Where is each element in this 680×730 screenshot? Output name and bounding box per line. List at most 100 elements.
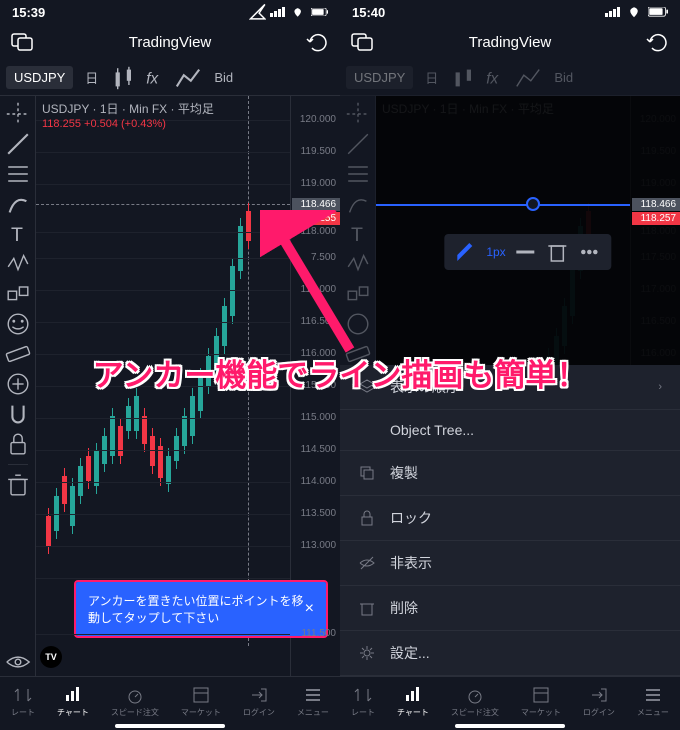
edit-color-icon[interactable]	[454, 240, 478, 264]
symbol-selector[interactable]: USDJPY	[346, 66, 413, 89]
brush-tool[interactable]	[4, 190, 32, 218]
crosshair-tool[interactable]	[344, 100, 372, 128]
tooltip-close[interactable]: ×	[305, 600, 314, 618]
context-menu: 表示の順序› Object Tree... 複製 ロック 非表示 削除 設定..…	[340, 365, 680, 676]
bid-toggle[interactable]: Bid	[206, 66, 241, 89]
crosshair-tool[interactable]	[4, 100, 32, 128]
layers-icon	[358, 378, 376, 396]
refresh-icon[interactable]	[306, 30, 330, 54]
chart-toolbar: USDJPY 日 fx Bid	[0, 60, 340, 96]
edit-delete-icon[interactable]	[546, 240, 570, 264]
home-indicator[interactable]	[455, 724, 565, 728]
app-title: TradingView	[469, 34, 552, 51]
ruler-tool[interactable]	[4, 340, 32, 368]
eye-off-icon	[358, 554, 376, 572]
annotation-arrow	[260, 210, 360, 360]
compare-icon[interactable]	[174, 64, 202, 92]
emoji-tool[interactable]	[4, 310, 32, 338]
trash-tool[interactable]	[4, 471, 32, 499]
lock-tool[interactable]	[4, 430, 32, 458]
chart-symbol-info: USDJPY · 1日 · Min FX · 平均足	[382, 100, 554, 117]
app-title: TradingView	[129, 34, 212, 51]
line-tool[interactable]	[4, 130, 32, 158]
symbol-selector[interactable]: USDJPY	[6, 66, 73, 89]
chevron-right-icon: ›	[658, 381, 662, 393]
indicators-icon[interactable]: fx	[142, 64, 170, 92]
nav-menu[interactable]: メニュー	[637, 685, 669, 718]
zoom-tool[interactable]	[4, 370, 32, 398]
status-bar: 15:40	[340, 0, 680, 24]
nav-chart[interactable]: チャート	[397, 685, 429, 718]
windows-icon[interactable]	[10, 30, 34, 54]
home-indicator[interactable]	[115, 724, 225, 728]
interval-selector[interactable]: 日	[417, 64, 446, 91]
chart-symbol-info: USDJPY · 1日 · Min FX · 平均足	[42, 100, 214, 117]
text-tool[interactable]: T	[4, 220, 32, 248]
app-header: TradingView	[340, 24, 680, 60]
indicators-icon[interactable]: fx	[482, 64, 510, 92]
svg-text:fx: fx	[147, 70, 160, 87]
battery-icon	[648, 7, 668, 16]
chart-canvas[interactable]: USDJPY · 1日 · Min FX · 平均足 118.255 +0.50…	[36, 96, 340, 676]
current-price: 118.257	[632, 212, 680, 225]
status-bar: 15:39	[0, 0, 340, 24]
nav-login[interactable]: ログイン	[583, 685, 615, 718]
nav-rate[interactable]: レート	[351, 685, 375, 718]
forecast-tool[interactable]	[4, 280, 32, 308]
interval-selector[interactable]: 日	[77, 64, 106, 91]
wifi-icon	[289, 7, 306, 18]
lock-icon	[358, 509, 376, 527]
nav-chart[interactable]: チャート	[57, 685, 89, 718]
chart-price-info: 118.255 +0.504 (+0.43%)	[42, 118, 166, 130]
trash-icon	[358, 599, 376, 617]
line-handle[interactable]	[526, 197, 540, 211]
compare-icon[interactable]	[514, 64, 542, 92]
menu-lock[interactable]: ロック	[340, 496, 680, 541]
phone-left: 15:39 TradingView USDJPY 日 fx Bid T	[0, 0, 340, 730]
eye-tool[interactable]	[4, 648, 32, 676]
wifi-icon	[624, 6, 644, 19]
signal-icon	[270, 7, 285, 17]
magnet-tool[interactable]	[4, 400, 32, 428]
nav-speed[interactable]: スピード注文	[111, 685, 159, 718]
anchor-tooltip: アンカーを置きたい位置にポイントを移動してタップして下さい ×	[76, 582, 326, 636]
nav-market[interactable]: マーケット	[521, 685, 561, 718]
edit-width[interactable]: 1px	[486, 245, 505, 259]
windows-icon[interactable]	[350, 30, 374, 54]
location-icon	[249, 3, 266, 20]
fib-tool[interactable]	[4, 160, 32, 188]
menu-copy[interactable]: 複製	[340, 451, 680, 496]
pattern-tool[interactable]	[4, 250, 32, 278]
edit-style-icon[interactable]	[514, 240, 538, 264]
status-icons	[605, 6, 668, 19]
line-tool[interactable]	[344, 130, 372, 158]
gear-icon	[358, 644, 376, 662]
menu-settings[interactable]: 設定...	[340, 631, 680, 676]
drawn-line[interactable]	[376, 204, 630, 206]
tooltip-text: アンカーを置きたい位置にポイントを移動してタップして下さい	[88, 592, 305, 626]
status-time: 15:40	[352, 5, 385, 20]
nav-login[interactable]: ログイン	[243, 685, 275, 718]
chart-area: T USDJPY · 1日 · Min FX · 平均足 118.255 +0.…	[0, 96, 340, 676]
edit-more-icon[interactable]	[578, 240, 602, 264]
svg-text:fx: fx	[487, 70, 500, 87]
menu-order[interactable]: 表示の順序›	[340, 365, 680, 410]
menu-tree[interactable]: Object Tree...	[340, 410, 680, 451]
phone-right: 15:40 TradingView USDJPY 日 fx Bid T	[340, 0, 680, 730]
tv-logo: TV	[40, 646, 62, 668]
candles	[36, 96, 290, 650]
bottom-nav: レート チャート スピード注文 マーケット ログイン メニュー	[0, 676, 340, 730]
battery-icon	[311, 8, 328, 16]
nav-menu[interactable]: メニュー	[297, 685, 329, 718]
nav-market[interactable]: マーケット	[181, 685, 221, 718]
chart-toolbar: USDJPY 日 fx Bid	[340, 60, 680, 96]
bid-toggle[interactable]: Bid	[546, 66, 581, 89]
candle-type-icon[interactable]	[450, 64, 478, 92]
nav-speed[interactable]: スピード注文	[451, 685, 499, 718]
nav-rate[interactable]: レート	[11, 685, 35, 718]
candle-type-icon[interactable]	[110, 64, 138, 92]
menu-delete[interactable]: 削除	[340, 586, 680, 631]
fib-tool[interactable]	[344, 160, 372, 188]
refresh-icon[interactable]	[646, 30, 670, 54]
menu-hide[interactable]: 非表示	[340, 541, 680, 586]
